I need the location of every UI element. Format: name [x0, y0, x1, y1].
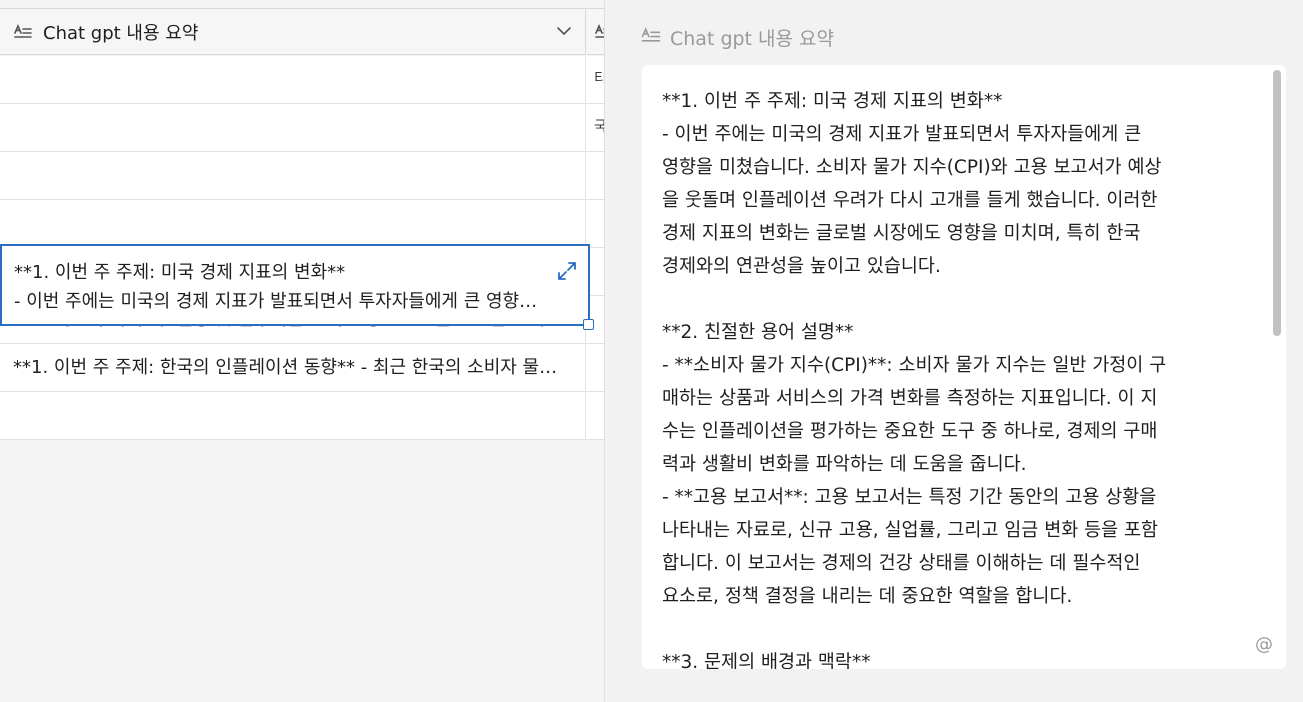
table-row[interactable]: 국	[0, 104, 604, 152]
table-row[interactable]	[0, 200, 604, 248]
text-line: 나타내는 자료로, 신규 고용, 실업률, 그리고 임금 변화 등을 포함	[662, 520, 1159, 541]
table-cell[interactable]	[0, 104, 586, 151]
table-cell[interactable]	[0, 152, 586, 199]
table-cell[interactable]	[0, 56, 586, 103]
expanded-field-panel: Chat gpt 내용 요약 **1. 이번 주 주제: 미국 경제 지표의 변…	[604, 0, 1303, 702]
table-cell-next[interactable]	[586, 152, 604, 199]
table-cell-next[interactable]: 국	[586, 104, 604, 151]
active-cell-line-1: **1. 이번 주 주제: 미국 경제 지표의 변화**	[14, 262, 346, 283]
table-cell[interactable]: **1. 이번 주 주제: 한국의 인플레이션 동향** - 최근 한국의 소비…	[0, 344, 586, 391]
table-cell[interactable]	[0, 200, 586, 247]
expand-icon[interactable]	[556, 260, 578, 282]
text-line: 경제 지표의 변화는 글로벌 시장에도 영향을 미치며, 특히 한국	[662, 223, 1141, 244]
table-row[interactable]: **1. 이번 주 주제: 한국의 인플레이션 동향** - 최근 한국의 소비…	[0, 344, 604, 392]
long-text-icon	[595, 23, 604, 44]
text-line: - **소비자 물가 지수(CPI)**: 소비자 물가 지수는 일반 가정이 …	[662, 355, 1167, 376]
table-cell-next[interactable]	[586, 392, 604, 439]
column-header[interactable]: Chat gpt 내용 요약	[0, 9, 586, 55]
text-line: 영향을 미쳤습니다. 소비자 물가 지수(CPI)와 고용 보고서가 예상	[662, 157, 1162, 178]
text-line: 매하는 상품과 서비스의 가격 변화를 측정하는 지표입니다. 이 지	[662, 388, 1158, 409]
text-line: 력과 생활비 변화를 파악하는 데 도움을 줍니다.	[662, 454, 1027, 475]
table-row[interactable]	[0, 152, 604, 200]
text-line: - 이번 주에는 미국의 경제 지표가 발표되면서 투자자들에게 큰	[662, 124, 1142, 145]
text-line: 요소로, 정책 결정을 내리는 데 중요한 역할을 합니다.	[662, 586, 1073, 607]
text-line: 경제와의 연관성을 높이고 있습니다.	[662, 256, 941, 277]
table-row[interactable]: 티	[0, 56, 604, 104]
long-text-content[interactable]: **1. 이번 주 주제: 미국 경제 지표의 변화** - 이번 주에는 미국의…	[642, 65, 1286, 669]
table-row[interactable]	[0, 392, 604, 440]
chevron-down-icon[interactable]	[555, 22, 573, 40]
text-line: - **고용 보고서**: 고용 보고서는 특정 기간 동안의 고용 상황을	[662, 487, 1157, 508]
grid-area: Chat gpt 내용 요약 티 국 **1. 이번 주의 주제: 철강 및 알…	[0, 0, 604, 702]
text-line: 합니다. 이 보고서는 경제의 건강 상태를 이해하는 데 필수적인	[662, 553, 1141, 574]
text-line: 을 웃돌며 인플레이션 우려가 다시 고개를 들게 했습니다. 이러한	[662, 190, 1158, 211]
column-header-title: Chat gpt 내용 요약	[43, 22, 199, 44]
table-cell-next[interactable]: 티	[586, 56, 604, 103]
table-cell-next[interactable]	[586, 344, 604, 391]
grid-top-strip	[0, 0, 604, 9]
mention-button[interactable]: @	[1255, 634, 1273, 655]
fill-handle[interactable]	[583, 319, 594, 330]
table-cell-next[interactable]	[586, 200, 604, 247]
panel-title: Chat gpt 내용 요약	[670, 28, 835, 50]
text-line	[662, 613, 1240, 646]
text-line	[662, 283, 1240, 316]
active-cell[interactable]: **1. 이번 주 주제: 미국 경제 지표의 변화** - 이번 주에는 미국…	[0, 244, 594, 330]
next-column-header[interactable]	[587, 9, 604, 55]
text-line: **3. 문제의 배경과 맥락**	[662, 652, 871, 669]
table-cell[interactable]	[0, 392, 586, 439]
scrollbar[interactable]	[1273, 70, 1281, 336]
long-text-icon	[641, 27, 661, 48]
long-text-editor[interactable]: **1. 이번 주 주제: 미국 경제 지표의 변화** - 이번 주에는 미국의…	[642, 65, 1286, 669]
text-line: **2. 친절한 용어 설명**	[662, 322, 854, 343]
text-line: 수는 인플레이션을 평가하는 중요한 도구 중 하나로, 경제의 구매	[662, 421, 1158, 442]
active-cell-line-2: - 이번 주에는 미국의 경제 지표가 발표되면서 투자자들에게 큰 영향을 미…	[14, 291, 538, 312]
panel-header: Chat gpt 내용 요약	[641, 24, 834, 51]
text-line: **1. 이번 주 주제: 미국 경제 지표의 변화**	[662, 91, 1003, 112]
long-text-icon	[14, 23, 32, 41]
